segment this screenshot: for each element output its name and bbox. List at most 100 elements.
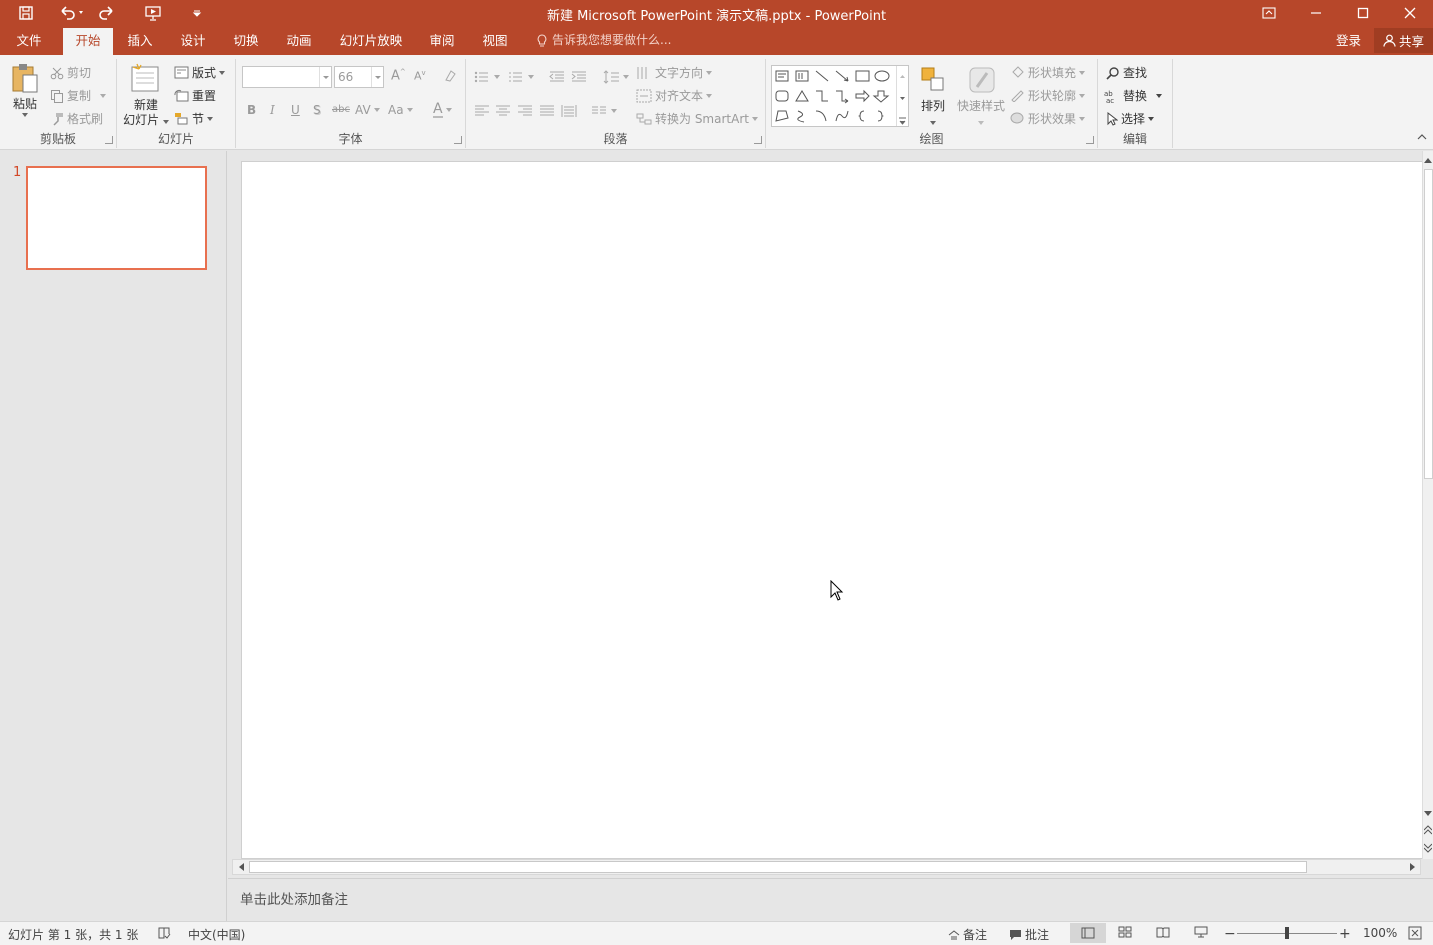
shapes-icon[interactable]: [772, 66, 896, 126]
distributed-button[interactable]: [561, 104, 577, 118]
notes-placeholder[interactable]: 单击此处添加备注: [240, 888, 348, 908]
copy-button[interactable]: 复制: [50, 87, 107, 104]
chevron-down-icon[interactable]: [371, 67, 383, 87]
layout-button[interactable]: 版式: [174, 64, 226, 81]
bullets-button[interactable]: [474, 70, 500, 84]
font-name-combo[interactable]: [242, 66, 332, 88]
vertical-scroll-thumb[interactable]: [1424, 169, 1433, 479]
tab-transitions[interactable]: 切换: [223, 26, 269, 55]
gallery-scroll[interactable]: [896, 66, 908, 126]
minimize-button[interactable]: [1292, 0, 1339, 26]
text-direction-button[interactable]: 文字方向: [636, 64, 713, 81]
tell-me-box[interactable]: 告诉我您想要做什么...: [536, 26, 671, 55]
underline-button[interactable]: U: [291, 103, 300, 117]
chevron-down-icon[interactable]: [319, 67, 331, 87]
font-dialog-launcher[interactable]: [454, 136, 462, 144]
shape-outline-button[interactable]: 形状轮廓: [1010, 87, 1086, 104]
slide-canvas[interactable]: [241, 161, 1423, 859]
tab-insert[interactable]: 插入: [117, 26, 163, 55]
normal-view-button[interactable]: [1070, 923, 1106, 943]
new-slide-label[interactable]: 新建 幻灯片: [120, 98, 172, 128]
notes-pane[interactable]: 单击此处添加备注: [228, 878, 1433, 921]
quick-styles-button[interactable]: [964, 62, 1000, 98]
columns-button[interactable]: [591, 104, 617, 118]
quick-styles-label[interactable]: 快速样式: [954, 99, 1008, 129]
character-spacing-button[interactable]: AV: [355, 103, 380, 117]
tab-animations[interactable]: 动画: [276, 26, 322, 55]
select-button[interactable]: 选择: [1106, 110, 1155, 127]
align-right-button[interactable]: [517, 104, 533, 118]
zoom-level[interactable]: 100%: [1363, 926, 1397, 940]
scroll-left-button[interactable]: [234, 860, 248, 874]
fit-to-window-button[interactable]: [1408, 926, 1422, 940]
horizontal-scrollbar[interactable]: [232, 859, 1421, 875]
bold-button[interactable]: B: [247, 103, 256, 117]
convert-smartart-button[interactable]: 转换为 SmartArt: [636, 110, 758, 127]
section-button[interactable]: 节: [174, 110, 214, 127]
horizontal-scroll-thumb[interactable]: [249, 861, 1307, 873]
align-center-button[interactable]: [495, 104, 511, 118]
arrange-button[interactable]: [916, 62, 950, 98]
reset-button[interactable]: 重置: [174, 87, 216, 104]
tab-view[interactable]: 视图: [472, 26, 518, 55]
paste-button[interactable]: 粘贴: [6, 62, 44, 124]
align-text-button[interactable]: 对齐文本: [636, 87, 713, 104]
next-slide-button[interactable]: [1423, 841, 1433, 855]
spell-check-status[interactable]: [157, 926, 171, 940]
scroll-right-button[interactable]: [1406, 860, 1420, 874]
sign-in-link[interactable]: 登录: [1336, 26, 1361, 55]
shape-effects-button[interactable]: 形状效果: [1010, 110, 1086, 127]
cut-button[interactable]: 剪切: [50, 64, 91, 81]
numbering-button[interactable]: [508, 70, 534, 84]
clipboard-dialog-launcher[interactable]: [105, 136, 113, 144]
increase-font-size-button[interactable]: A^: [391, 68, 406, 83]
chevron-up-icon[interactable]: [897, 66, 908, 86]
tab-home[interactable]: 开始: [63, 28, 113, 55]
change-case-button[interactable]: Aa: [388, 103, 413, 117]
strikethrough-button[interactable]: abc: [332, 104, 350, 115]
zoom-in-button[interactable]: +: [1339, 926, 1351, 942]
drawing-dialog-launcher[interactable]: [1086, 136, 1094, 144]
slide-thumbnail[interactable]: [26, 166, 207, 270]
text-shadow-button[interactable]: S: [313, 103, 321, 117]
ribbon-display-options-button[interactable]: [1245, 0, 1292, 26]
tab-review[interactable]: 审阅: [419, 26, 465, 55]
language-status[interactable]: 中文(中国): [188, 926, 245, 943]
comments-toggle-button[interactable]: 批注: [1009, 926, 1049, 943]
align-left-button[interactable]: [474, 104, 490, 118]
new-slide-button[interactable]: [125, 61, 165, 95]
slide-sorter-view-button[interactable]: [1118, 926, 1132, 938]
paragraph-dialog-launcher[interactable]: [754, 136, 762, 144]
vertical-scrollbar[interactable]: [1422, 151, 1433, 859]
italic-button[interactable]: I: [270, 103, 275, 117]
format-painter-button[interactable]: 格式刷: [50, 110, 103, 127]
scroll-down-button[interactable]: [1423, 807, 1433, 821]
notes-toggle-button[interactable]: 备注: [948, 926, 987, 943]
close-button[interactable]: [1386, 0, 1433, 26]
arrange-label[interactable]: 排列: [914, 99, 952, 129]
line-spacing-button[interactable]: [603, 70, 629, 84]
tab-design[interactable]: 设计: [170, 26, 216, 55]
decrease-indent-button[interactable]: [549, 70, 565, 84]
replace-button[interactable]: ab ac 替换: [1104, 87, 1163, 104]
zoom-out-button[interactable]: −: [1224, 926, 1236, 942]
shape-fill-button[interactable]: 形状填充: [1010, 64, 1086, 81]
chevron-down-icon[interactable]: [897, 89, 908, 109]
clear-formatting-button[interactable]: [443, 69, 457, 83]
reading-view-button[interactable]: [1156, 926, 1170, 938]
find-button[interactable]: 查找: [1106, 64, 1147, 81]
scroll-up-button[interactable]: [1423, 153, 1433, 167]
increase-indent-button[interactable]: [571, 70, 587, 84]
maximize-button[interactable]: [1339, 0, 1386, 26]
previous-slide-button[interactable]: [1423, 823, 1433, 837]
tab-file[interactable]: 文件: [0, 26, 58, 55]
justify-button[interactable]: [539, 104, 555, 118]
slideshow-view-button[interactable]: [1194, 926, 1208, 938]
font-color-button[interactable]: A: [433, 102, 452, 118]
tab-slideshow[interactable]: 幻灯片放映: [333, 26, 409, 55]
shapes-gallery[interactable]: [771, 65, 909, 127]
share-button[interactable]: 共享: [1374, 28, 1433, 53]
decrease-font-size-button[interactable]: Av: [414, 69, 426, 83]
gallery-more-icon[interactable]: [897, 112, 908, 132]
font-size-combo[interactable]: 66: [334, 66, 384, 88]
